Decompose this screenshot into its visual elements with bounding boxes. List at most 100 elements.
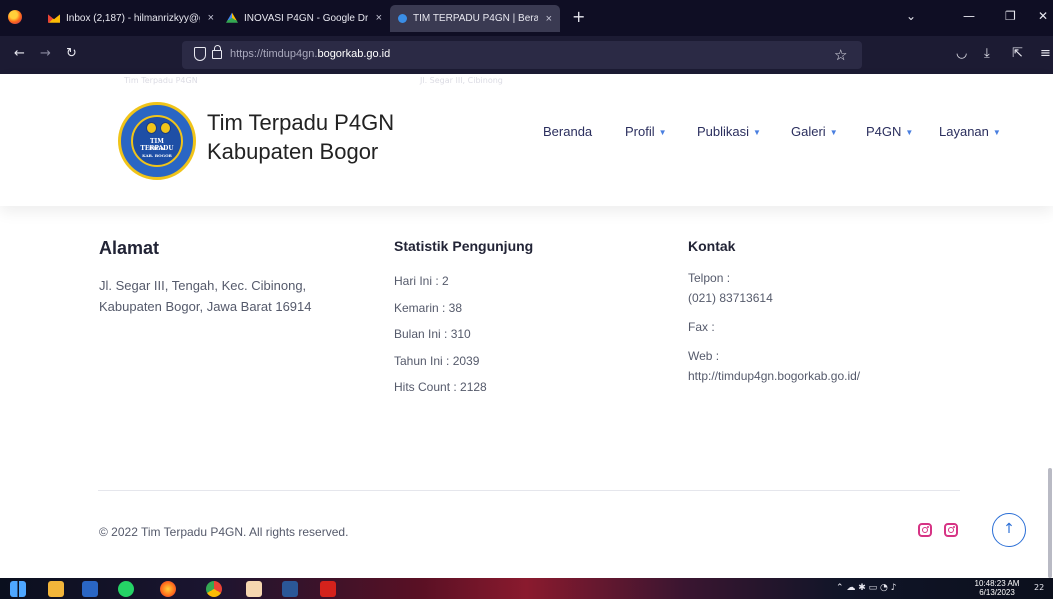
address-line2: Kabupaten Bogor, Jawa Barat 16914 xyxy=(99,299,312,314)
file-explorer-icon[interactable] xyxy=(48,581,64,597)
lock-icon[interactable] xyxy=(212,45,222,59)
menu-item-galeri[interactable]: Galeri ▼ xyxy=(791,124,838,139)
site-header: Tim Terpadu P4GN Jl. Segar III, Cibinong… xyxy=(0,74,1053,206)
google-drive-icon xyxy=(226,12,238,23)
clock-time: 10:48:23 AM xyxy=(974,579,1020,588)
caret-down-icon: ▼ xyxy=(829,127,838,137)
tracking-shield-icon[interactable] xyxy=(194,47,206,61)
menu-icon[interactable]: ≡ xyxy=(1040,47,1051,61)
logo-text-line2: P4GN xyxy=(148,146,166,152)
stats-today: Hari Ini : 2 xyxy=(394,274,449,288)
notification-count[interactable]: 22 xyxy=(1034,583,1044,592)
reload-icon[interactable]: ↻ xyxy=(66,47,77,61)
stats-month: Bulan Ini : 310 xyxy=(394,327,471,341)
address-line1: Jl. Segar III, Tengah, Kec. Cibinong, xyxy=(99,278,307,293)
tab-label: INOVASI P4GN - Google Drive xyxy=(244,12,368,24)
tray-icons[interactable]: ⌃ ☁ ✱ ▭ ◔ ♪ xyxy=(836,583,897,593)
chrome-icon[interactable] xyxy=(206,581,222,597)
page-scrollbar[interactable] xyxy=(1048,468,1052,578)
caret-down-icon: ▼ xyxy=(992,127,1001,137)
pocket-icon[interactable]: ◡ xyxy=(956,47,967,61)
menu-label: Galeri xyxy=(791,123,826,139)
faded-header-text: Jl. Segar III, Cibinong xyxy=(420,76,503,85)
site-logo[interactable]: TIM TERPADU P4GN KAB. BOGOR xyxy=(118,102,196,180)
share-icon[interactable]: ⇱ xyxy=(1012,47,1023,61)
caret-down-icon: ▼ xyxy=(658,127,667,137)
maximize-icon[interactable]: ❐ xyxy=(1005,9,1016,23)
menu-label: Beranda xyxy=(543,123,593,139)
phone-value: (021) 83713614 xyxy=(688,291,773,305)
tab-list-icon[interactable]: ⌄ xyxy=(906,9,916,23)
menu-label: Profil xyxy=(625,123,655,139)
back-icon[interactable]: ← xyxy=(14,47,25,61)
url-domain: bogorkab.go.id xyxy=(317,48,391,60)
gmail-icon xyxy=(48,14,60,23)
store-icon[interactable] xyxy=(82,581,98,597)
faded-header-text: Tim Terpadu P4GN xyxy=(124,76,198,85)
site-favicon-icon xyxy=(398,14,407,23)
tab-label: TIM TERPADU P4GN | Beranda xyxy=(413,13,538,24)
taskbar-clock[interactable]: 10:48:23 AM 6/13/2023 xyxy=(968,579,1026,597)
logo-text-line3: KAB. BOGOR xyxy=(142,153,172,158)
fax-label: Fax : xyxy=(688,320,715,334)
menu-item-p4gn[interactable]: P4GN ▼ xyxy=(866,124,913,139)
browser-nav-bar: ← → ↻ https://timdup4gn.bogorkab.go.id ☆… xyxy=(0,36,1053,74)
brand-line2: Kabupaten Bogor xyxy=(207,139,379,164)
menu-label: Publikasi xyxy=(697,123,750,139)
url-prefix: https://timdup4gn. xyxy=(230,48,318,60)
forward-icon[interactable]: → xyxy=(40,47,51,61)
caret-down-icon: ▼ xyxy=(905,127,914,137)
windows-start-icon[interactable] xyxy=(10,581,26,597)
copyright-text: © 2022 Tim Terpadu P4GN. All rights rese… xyxy=(99,525,349,539)
word-icon[interactable] xyxy=(282,581,298,597)
web-label: Web : xyxy=(688,349,720,363)
menu-label: Layanan xyxy=(939,123,989,139)
stats-year: Tahun Ini : 2039 xyxy=(394,353,480,368)
footer-divider xyxy=(98,490,960,491)
contact-title: Kontak xyxy=(688,238,736,254)
downloads-icon[interactable]: ⤓ xyxy=(984,47,990,61)
browser-tab-bar: Inbox (2,187) - hilmanrizkyy@g × INOVASI… xyxy=(0,0,1053,36)
url-text[interactable]: https://timdup4gn.bogorkab.go.id xyxy=(230,48,390,60)
caret-down-icon: ▼ xyxy=(753,127,761,137)
firefox-icon[interactable] xyxy=(8,10,22,24)
site-brand[interactable]: Tim Terpadu P4GN Kabupaten Bogor xyxy=(207,108,394,166)
tab-close-icon[interactable]: × xyxy=(208,12,214,24)
windows-taskbar: ⌃ ☁ ✱ ▭ ◔ ♪ 10:48:23 AM 6/13/2023 22 xyxy=(0,578,1053,599)
stats-title: Statistik Pengunjung xyxy=(394,238,534,254)
menu-label: P4GN xyxy=(866,123,902,139)
menu-item-beranda[interactable]: Beranda xyxy=(543,124,592,139)
tab-gmail[interactable]: Inbox (2,187) - hilmanrizkyy@g × xyxy=(40,0,222,36)
tab-google-drive[interactable]: INOVASI P4GN - Google Drive × xyxy=(218,0,390,36)
tab-label: Inbox (2,187) - hilmanrizkyy@g xyxy=(66,12,200,24)
address-title: Alamat xyxy=(99,238,160,258)
whatsapp-icon[interactable] xyxy=(118,581,134,597)
stats-yesterday: Kemarin : 38 xyxy=(394,300,463,315)
menu-item-layanan[interactable]: Layanan ▼ xyxy=(939,124,1001,139)
tab-beranda[interactable]: TIM TERPADU P4GN | Beranda × xyxy=(390,5,560,32)
logo-crest-icon xyxy=(146,122,172,136)
app-icon[interactable] xyxy=(246,581,262,597)
tab-close-icon[interactable]: × xyxy=(376,12,382,24)
clock-date: 6/13/2023 xyxy=(979,588,1015,597)
visitor-stats-section: Statistik Pengunjung Hari Ini : 2 Kemari… xyxy=(394,236,533,401)
address-section: Alamat Jl. Segar III, Tengah, Kec. Cibin… xyxy=(99,236,312,317)
address-bar[interactable]: https://timdup4gn.bogorkab.go.id ☆ xyxy=(182,41,862,69)
contact-section: Kontak Telpon : (021) 83713614 Fax : Web… xyxy=(688,236,860,386)
firefox-taskbar-icon[interactable] xyxy=(160,581,176,597)
tab-close-icon[interactable]: × xyxy=(546,13,552,25)
close-window-icon[interactable]: ✕ xyxy=(1038,9,1048,23)
acrobat-icon[interactable] xyxy=(320,581,336,597)
web-link[interactable]: http://timdup4gn.bogorkab.go.id/ xyxy=(688,366,860,386)
instagram-icon[interactable] xyxy=(918,523,932,537)
new-tab-button[interactable]: + xyxy=(572,9,585,25)
back-to-top-button[interactable]: ↑ xyxy=(992,513,1026,547)
phone-label: Telpon : xyxy=(688,271,731,285)
logo-emblem: TIM TERPADU P4GN KAB. BOGOR xyxy=(131,115,183,167)
bookmark-star-icon[interactable]: ☆ xyxy=(834,46,847,64)
brand-line1: Tim Terpadu P4GN xyxy=(207,110,395,135)
menu-item-publikasi[interactable]: Publikasi ▼ xyxy=(697,124,761,139)
menu-item-profil[interactable]: Profil ▼ xyxy=(625,124,667,139)
minimize-icon[interactable]: — xyxy=(963,9,975,23)
instagram-icon[interactable] xyxy=(944,523,958,537)
